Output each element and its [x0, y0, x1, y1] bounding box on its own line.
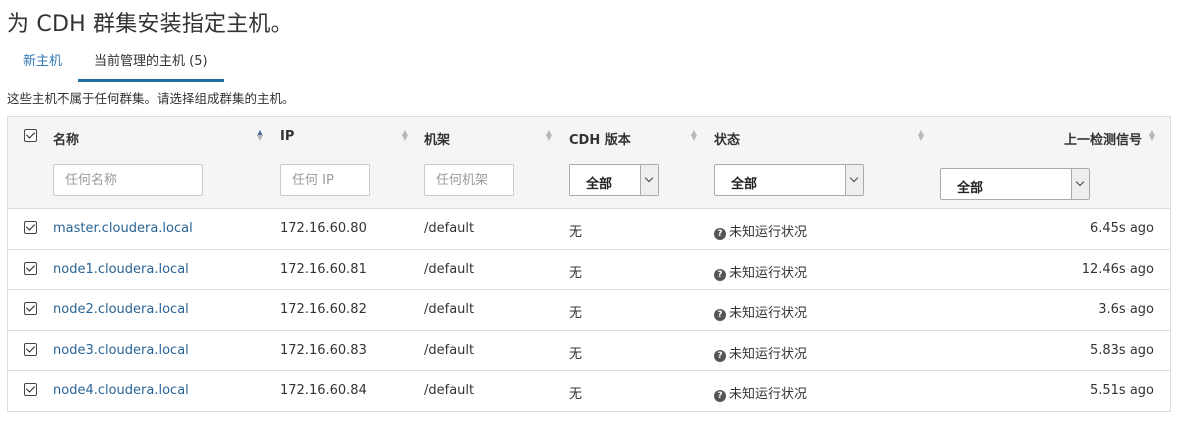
name-filter-input[interactable] [53, 164, 203, 196]
host-status: 未知运行状况 [729, 265, 808, 281]
host-cdh-version: 无 [569, 346, 583, 362]
tab-bar: 新主机 当前管理的主机 (5) [7, 52, 224, 82]
chevron-down-icon [1071, 169, 1089, 199]
header-last-heartbeat[interactable]: 上一检测信号 [1064, 129, 1142, 148]
host-ip: 172.16.60.81 [280, 261, 367, 277]
sort-icon[interactable]: ▲ ▼ [1148, 129, 1156, 142]
host-cdh-version: 无 [569, 265, 583, 281]
cdh-version-filter-value: 全部 [586, 177, 613, 192]
host-status: 未知运行状况 [729, 306, 808, 321]
host-last-heartbeat: 12.46s ago [1081, 261, 1154, 277]
host-name-link[interactable]: node2.cloudera.local [53, 302, 189, 317]
header-rack[interactable]: 机架 [424, 129, 450, 148]
sort-icon[interactable]: ▲ ▼ [256, 129, 264, 142]
host-name-link[interactable]: master.cloudera.local [53, 221, 193, 236]
host-name-link[interactable]: node3.cloudera.local [53, 343, 189, 358]
host-ip: 172.16.60.84 [280, 383, 367, 398]
status-filter-select[interactable]: 全部 [714, 164, 864, 196]
question-circle-icon: ? [714, 228, 726, 240]
question-circle-icon: ? [714, 349, 726, 362]
row-checkbox[interactable] [24, 302, 37, 315]
host-rack: /default [424, 342, 475, 358]
heartbeat-filter-select[interactable]: 全部 [940, 168, 1090, 200]
host-last-heartbeat: 5.83s ago [1089, 342, 1154, 358]
heartbeat-filter-value: 全部 [957, 181, 984, 196]
status-filter-value: 全部 [731, 177, 758, 192]
host-last-heartbeat: 6.45s ago [1089, 221, 1154, 236]
row-checkbox[interactable] [24, 261, 37, 275]
question-circle-icon: ? [714, 390, 726, 402]
table-row: node3.cloudera.local 172.16.60.83 /defau… [8, 331, 1170, 371]
table-header: 名称 ▲ ▼ IP ▲ ▼ 机架 ▲ ▼ CDH 版本 ▲ ▼ 状态 ▲ ▼ 上一检测信号… [8, 117, 1170, 209]
hosts-table: 名称 ▲ ▼ IP ▲ ▼ 机架 ▲ ▼ CDH 版本 ▲ ▼ 状态 ▲ ▼ 上一检测信号… [7, 116, 1171, 412]
select-all-checkbox[interactable] [24, 129, 37, 142]
sort-icon[interactable]: ▲ ▼ [545, 129, 553, 142]
chevron-down-icon [845, 165, 863, 195]
host-last-heartbeat: 5.51s ago [1089, 383, 1154, 398]
row-checkbox[interactable] [24, 342, 37, 356]
question-circle-icon: ? [714, 268, 726, 281]
host-rack: /default [424, 383, 475, 398]
sort-icon[interactable]: ▲ ▼ [917, 129, 925, 142]
question-circle-icon: ? [714, 309, 726, 321]
rack-filter-input[interactable] [424, 164, 514, 196]
host-rack: /default [424, 302, 475, 317]
host-name-link[interactable]: node1.cloudera.local [53, 262, 189, 277]
page-title: 为 CDH 群集安装指定主机。 [7, 12, 293, 37]
row-checkbox[interactable] [24, 221, 37, 234]
table-row: node1.cloudera.local 172.16.60.81 /defau… [8, 250, 1170, 290]
host-name-link[interactable]: node4.cloudera.local [53, 383, 189, 398]
host-ip: 172.16.60.83 [280, 342, 367, 358]
table-row: node4.cloudera.local 172.16.60.84 /defau… [8, 371, 1170, 412]
sort-icon[interactable]: ▲ ▼ [690, 129, 698, 142]
description-text: 这些主机不属于任何群集。请选择组成群集的主机。 [7, 91, 295, 106]
tab-new-hosts[interactable]: 新主机 [7, 52, 78, 82]
host-status: 未知运行状况 [729, 387, 808, 402]
host-cdh-version: 无 [569, 387, 583, 402]
header-cdh-version[interactable]: CDH 版本 [569, 129, 631, 148]
host-status: 未知运行状况 [729, 346, 808, 362]
host-ip: 172.16.60.82 [280, 302, 367, 317]
host-status: 未知运行状况 [729, 225, 808, 240]
chevron-down-icon [640, 165, 658, 195]
host-cdh-version: 无 [569, 306, 583, 321]
host-ip: 172.16.60.80 [280, 221, 367, 236]
table-row: master.cloudera.local 172.16.60.80 /defa… [8, 209, 1170, 250]
row-checkbox[interactable] [24, 383, 37, 396]
header-ip[interactable]: IP [280, 129, 294, 144]
host-cdh-version: 无 [569, 225, 583, 240]
sort-icon[interactable]: ▲ ▼ [401, 129, 409, 142]
host-last-heartbeat: 3.6s ago [1098, 302, 1154, 317]
header-name[interactable]: 名称 [53, 129, 79, 148]
host-rack: /default [424, 221, 475, 236]
ip-filter-input[interactable] [280, 164, 370, 196]
host-rack: /default [424, 261, 475, 277]
header-status[interactable]: 状态 [714, 129, 740, 148]
tab-managed-hosts[interactable]: 当前管理的主机 (5) [78, 52, 224, 82]
cdh-version-filter-select[interactable]: 全部 [569, 164, 659, 196]
table-row: node2.cloudera.local 172.16.60.82 /defau… [8, 290, 1170, 331]
